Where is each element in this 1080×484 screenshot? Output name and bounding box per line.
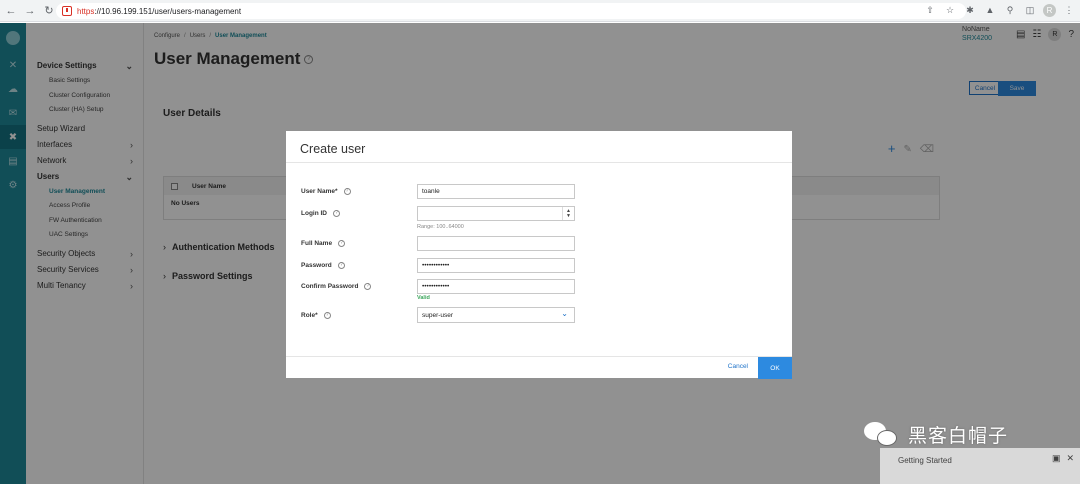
label-text: Confirm Password — [301, 283, 359, 290]
role-selected-value: super-user — [422, 311, 454, 319]
field-row-full-name: Full Name? — [301, 236, 575, 251]
bookmark-star-icon[interactable]: ☆ — [943, 3, 957, 17]
password-label: Password? — [301, 262, 417, 269]
extensions-icon[interactable]: ✱ — [963, 3, 977, 17]
label-text: Password — [301, 262, 332, 269]
dialog-footer: Cancel OK — [286, 356, 792, 379]
help-icon[interactable]: ? — [338, 240, 346, 247]
app-shell: ✕ ☁ ✉ ✖ ▤ ⚙ Device Settings ⌄ Basic Setti… — [0, 23, 1080, 484]
extension-logo-icon[interactable]: ▲ — [983, 3, 997, 17]
chevron-down-icon[interactable]: ⌄ — [561, 309, 568, 318]
forward-icon[interactable]: → — [22, 3, 38, 19]
role-select[interactable]: super-user ⌄ — [417, 307, 575, 323]
address-bar[interactable]: https://10.96.199.151/user/users-managem… — [56, 3, 966, 19]
password-field[interactable]: •••••••••••• — [417, 258, 575, 273]
share-icon[interactable]: ⇧ — [923, 3, 937, 17]
login-id-label: Login ID? — [301, 210, 417, 217]
dialog-title: Create user — [286, 131, 792, 163]
label-text: User Name* — [301, 188, 338, 195]
help-icon[interactable]: ? — [323, 311, 331, 319]
field-row-username: User Name*? toanle — [301, 184, 575, 199]
getting-started-controls: ▣ ✕ — [1052, 453, 1074, 464]
username-label: User Name*? — [301, 188, 417, 195]
confirm-password-valid-status: Valid — [417, 295, 430, 301]
url-path: ://10.96.199.151/user/users-management — [94, 6, 242, 16]
label-text: Login ID — [301, 210, 327, 217]
watermark: 黑客白帽子 — [862, 419, 1008, 449]
not-secure-icon[interactable] — [62, 6, 72, 16]
caret-down-icon[interactable]: ▼ — [566, 213, 571, 219]
create-user-dialog: Create user User Name*? toanle Login ID?… — [286, 131, 792, 379]
profile-avatar[interactable]: R — [1043, 3, 1056, 17]
number-stepper[interactable]: ▲ ▼ — [562, 207, 574, 220]
url-scheme: https — [77, 6, 95, 16]
wechat-logo-icon — [862, 419, 902, 449]
field-row-login-id: Login ID? ▲ ▼ — [301, 206, 575, 221]
full-name-label: Full Name? — [301, 240, 417, 247]
confirm-password-field[interactable]: •••••••••••• — [417, 279, 575, 294]
browser-toolbar: ← → ↻ https://10.96.199.151/user/users-m… — [0, 0, 1080, 22]
field-row-confirm-password: Confirm Password? •••••••••••• — [301, 279, 575, 294]
side-panel-icon[interactable]: ◫ — [1023, 3, 1037, 17]
username-field[interactable]: toanle — [417, 184, 575, 199]
label-text: Full Name — [301, 240, 333, 247]
getting-started-panel[interactable]: Getting Started ▣ ✕ — [880, 448, 1080, 484]
help-icon[interactable]: ? — [337, 262, 345, 269]
label-text: Role* — [301, 311, 318, 319]
getting-started-label[interactable]: Getting Started — [898, 456, 952, 465]
watermark-text: 黑客白帽子 — [908, 424, 1009, 447]
back-icon[interactable]: ← — [3, 3, 19, 19]
dialog-cancel-button[interactable]: Cancel — [728, 363, 748, 370]
minimize-icon[interactable]: ▣ — [1052, 453, 1061, 464]
reload-icon[interactable]: ↻ — [41, 3, 57, 19]
confirm-password-label: Confirm Password? — [301, 283, 417, 290]
role-label: Role*? — [301, 311, 417, 319]
field-row-role: Role*? super-user ⌄ — [301, 307, 575, 323]
help-icon[interactable]: ? — [364, 283, 372, 290]
full-name-field[interactable] — [417, 236, 575, 251]
login-id-range-hint: Range: 100..64000 — [417, 224, 464, 230]
field-row-password: Password? •••••••••••• — [301, 258, 575, 273]
login-id-field[interactable]: ▲ ▼ — [417, 206, 575, 221]
search-icon[interactable]: ⚲ — [1003, 3, 1017, 17]
help-icon[interactable]: ? — [343, 188, 351, 195]
browser-actions: ⇧ ☆ ✱ ▲ ⚲ ◫ R ⋮ — [923, 3, 1076, 17]
dialog-ok-button[interactable]: OK — [758, 357, 792, 379]
close-icon[interactable]: ✕ — [1066, 453, 1074, 464]
more-menu-icon[interactable]: ⋮ — [1062, 3, 1076, 17]
help-icon[interactable]: ? — [333, 210, 340, 217]
